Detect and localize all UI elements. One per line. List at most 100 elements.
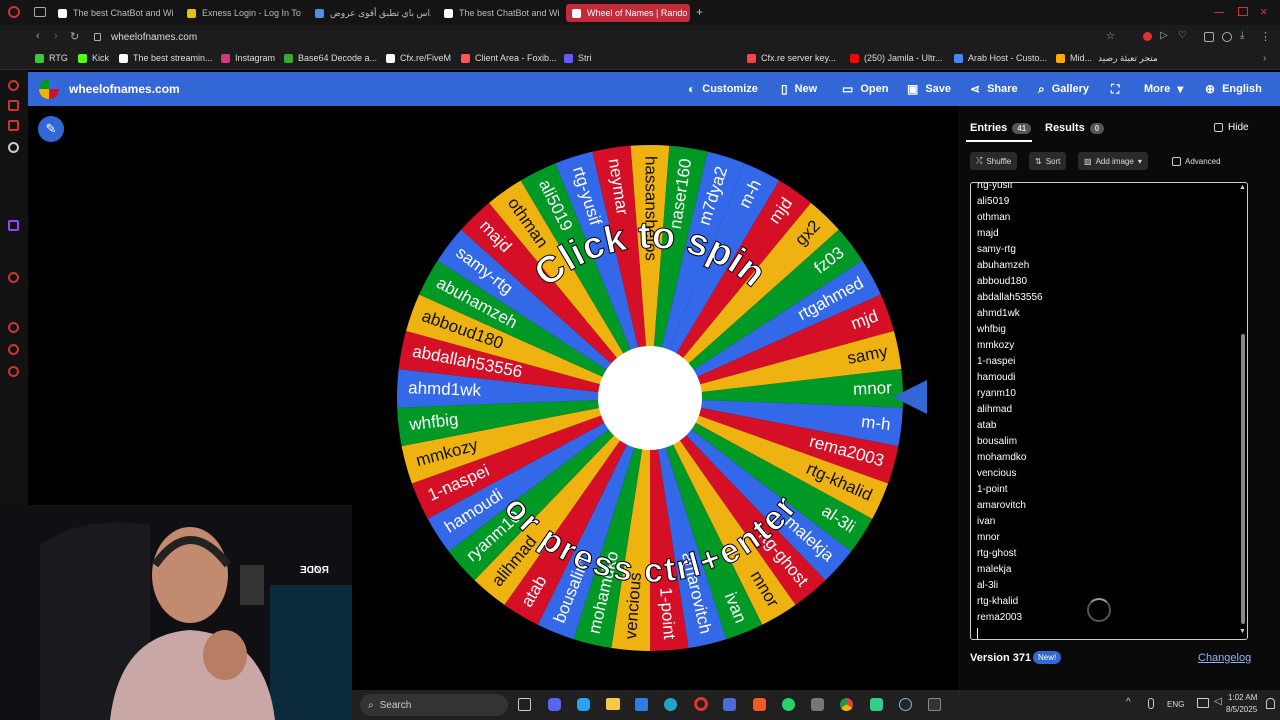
- edit-pencil-button[interactable]: ✎: [38, 116, 64, 142]
- edge-icon[interactable]: [664, 698, 677, 711]
- play-icon[interactable]: ▷: [1160, 30, 1168, 41]
- entry-line[interactable]: rema2003: [977, 612, 1022, 623]
- open-button[interactable]: ▭ Open: [842, 72, 888, 106]
- volume-icon[interactable]: ◁: [1214, 696, 1222, 707]
- clock-time[interactable]: 1:02 AM: [1228, 693, 1257, 702]
- bookmark-item[interactable]: RTG: [35, 53, 68, 63]
- entry-line[interactable]: mnor: [977, 532, 1000, 543]
- entry-line[interactable]: atab: [977, 420, 996, 431]
- entry-line[interactable]: 1-point: [977, 484, 1008, 495]
- entry-line[interactable]: rtg-khalid: [977, 596, 1018, 607]
- tab-entries[interactable]: Entries 41: [970, 122, 1032, 134]
- browser-tab[interactable]: The best ChatBot and Wi: [444, 4, 560, 22]
- folder-icon[interactable]: [606, 698, 620, 710]
- sidebar-app-icon[interactable]: [8, 80, 19, 91]
- bookmark-item[interactable]: Base64 Decode a...: [284, 53, 377, 63]
- entry-line[interactable]: abuhamzeh: [977, 260, 1029, 271]
- advanced-toggle[interactable]: Advanced: [1166, 152, 1227, 170]
- bookmarks-overflow-icon[interactable]: ›: [1263, 53, 1266, 64]
- entry-line[interactable]: hamoudi: [977, 372, 1015, 383]
- opera-icon[interactable]: [694, 697, 708, 711]
- entry-line[interactable]: mohamdko: [977, 452, 1026, 463]
- maximize-icon[interactable]: [1238, 7, 1248, 16]
- brand-logo-icon[interactable]: [39, 79, 59, 99]
- customize-button[interactable]: ◐ Customize: [688, 72, 758, 106]
- taskbar-app-icon[interactable]: [811, 698, 824, 711]
- add-image-button[interactable]: ▨ Add image ▾: [1078, 152, 1148, 170]
- sidebar-app-icon[interactable]: [8, 142, 19, 153]
- brand-name[interactable]: wheelofnames.com: [69, 82, 180, 96]
- notification-bell-icon[interactable]: [1266, 698, 1275, 709]
- bookmark-item[interactable]: Kick: [78, 53, 109, 63]
- entry-line[interactable]: abboud180: [977, 276, 1027, 287]
- scrollbar-thumb[interactable]: [1241, 334, 1245, 624]
- sidebar-app-icon[interactable]: [8, 100, 19, 111]
- browser-menu-icon[interactable]: ⋮: [1260, 30, 1271, 43]
- hide-toggle[interactable]: Hide: [1214, 122, 1249, 133]
- sidebar-app-icon[interactable]: [8, 272, 19, 283]
- bookmark-item[interactable]: متجر تعبئة رصيد: [1098, 53, 1158, 64]
- taskbar-app-icon[interactable]: [870, 698, 883, 711]
- wheel-container[interactable]: m-h mjd gx2 fz03 rtgahmed mjd samy mnor m-h rema2…: [395, 143, 905, 653]
- clock-date[interactable]: 8/5/2025: [1226, 705, 1257, 714]
- entries-scrollbar[interactable]: ▲ ▼: [1238, 182, 1248, 640]
- steam-icon[interactable]: [899, 698, 912, 711]
- gallery-button[interactable]: ⌕ Gallery: [1038, 72, 1089, 106]
- minimize-icon[interactable]: [1214, 12, 1224, 13]
- bookmark-star-icon[interactable]: ☆: [1106, 31, 1115, 42]
- workspace-icon[interactable]: [34, 7, 46, 17]
- entry-line[interactable]: ivan: [977, 516, 995, 527]
- taskbar-search-box[interactable]: ⌕ Search: [360, 694, 508, 716]
- entry-line[interactable]: ali5019: [977, 196, 1009, 207]
- taskbar-app-icon[interactable]: [723, 698, 736, 711]
- scroll-up-icon[interactable]: ▲: [1239, 184, 1246, 191]
- sort-button[interactable]: ⇅ Sort: [1029, 152, 1067, 170]
- entry-line[interactable]: malekja: [977, 564, 1011, 575]
- sidebar-app-icon[interactable]: [8, 344, 19, 355]
- bookmark-item[interactable]: Mid...: [1056, 53, 1092, 63]
- settings-icon[interactable]: [8, 366, 19, 377]
- bookmark-item[interactable]: Arab Host - Custo...: [954, 53, 1047, 63]
- back-icon[interactable]: ‹: [36, 30, 40, 42]
- entry-line[interactable]: ahmd1wk: [977, 308, 1020, 319]
- twitch-icon[interactable]: [8, 220, 19, 231]
- entry-line[interactable]: othman: [977, 212, 1010, 223]
- reload-icon[interactable]: ↻: [70, 30, 79, 43]
- browser-tab[interactable]: Exness Login - Log In To: [187, 4, 303, 22]
- browser-tab[interactable]: The best ChatBot and Wi: [58, 4, 174, 22]
- bookmark-item[interactable]: Cfx.re/FiveM: [386, 53, 451, 63]
- share-button[interactable]: ⋖ Share: [970, 72, 1018, 106]
- changelog-link[interactable]: Changelog: [1198, 652, 1251, 664]
- taskbar-app-icon[interactable]: [928, 698, 941, 711]
- entry-line[interactable]: amarovitch: [977, 500, 1026, 511]
- wheel-center-hub[interactable]: [598, 346, 702, 450]
- entry-line[interactable]: alihmad: [977, 404, 1012, 415]
- bookmark-item[interactable]: The best streamin...: [119, 53, 213, 63]
- shuffle-button[interactable]: ⤮ Shuffle: [970, 152, 1018, 170]
- language-button[interactable]: ⊕ English: [1205, 72, 1262, 106]
- entry-line[interactable]: bousalim: [977, 436, 1017, 447]
- browser-logo-icon[interactable]: [8, 6, 20, 18]
- heart-icon[interactable]: ♡: [1178, 30, 1187, 41]
- scroll-down-icon[interactable]: ▼: [1239, 628, 1246, 635]
- download-icon[interactable]: ⤓: [1240, 30, 1244, 41]
- entry-line[interactable]: rtg-yusif: [977, 183, 1013, 191]
- site-info-icon[interactable]: [94, 33, 101, 41]
- entry-line[interactable]: mmkozy: [977, 340, 1014, 351]
- browser-tab[interactable]: ميداس باي تطبق أقوى عروض: [315, 4, 431, 22]
- taskbar-app-icon[interactable]: [518, 698, 531, 711]
- entry-line[interactable]: vencious: [977, 468, 1016, 479]
- forward-icon[interactable]: ›: [54, 30, 58, 42]
- bookmark-item[interactable]: Stri: [564, 53, 592, 63]
- bookmark-item[interactable]: Client Area - Foxib...: [461, 53, 557, 63]
- bookmark-item[interactable]: Instagram: [221, 53, 275, 63]
- tray-chevron-icon[interactable]: ^: [1126, 697, 1131, 708]
- browser-tab-active[interactable]: Wheel of Names | Rando: [566, 4, 690, 22]
- history-icon[interactable]: [8, 322, 19, 333]
- save-button[interactable]: ▣ Save: [907, 72, 951, 106]
- entry-line[interactable]: abdallah53556: [977, 292, 1043, 303]
- bookmark-item[interactable]: (250) Jamila - Ultr...: [850, 53, 943, 63]
- taskbar-app-icon[interactable]: [577, 698, 590, 711]
- entry-line[interactable]: samy-rtg: [977, 244, 1016, 255]
- input-language-indicator[interactable]: ENG: [1167, 700, 1184, 709]
